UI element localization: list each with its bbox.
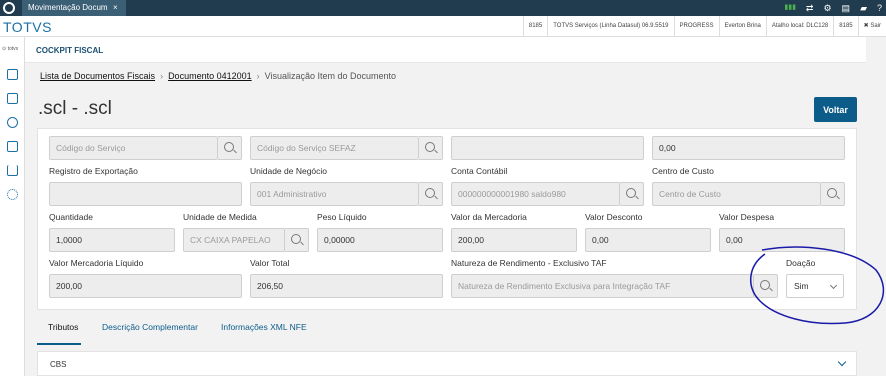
- valor-total-label: Valor Total: [250, 258, 290, 268]
- breadcrumb-lista[interactable]: Lista de Documentos Fiscais: [40, 71, 155, 81]
- search-icon[interactable]: [285, 228, 309, 252]
- natureza-rendimento-label: Natureza de Rendimento - Exclusivo TAF: [451, 258, 607, 268]
- logout-button[interactable]: ✖ Sair: [857, 16, 886, 37]
- tab-informacoes-xml[interactable]: Informações XML NFE: [221, 322, 307, 332]
- centro-custo-field[interactable]: Centro de Custo: [652, 182, 821, 206]
- active-tab-indicator: [37, 343, 81, 345]
- close-tab-icon[interactable]: ×: [113, 0, 118, 16]
- breadcrumb-sep: ›: [160, 71, 164, 81]
- dollar-icon[interactable]: [7, 117, 18, 128]
- breadcrumb-sep: ›: [256, 71, 260, 81]
- natureza-rendimento-field[interactable]: Natureza de Rendimento Exclusiva para In…: [451, 274, 754, 298]
- tab-tributos[interactable]: Tributos: [48, 322, 78, 332]
- document-icon[interactable]: [7, 69, 18, 80]
- chevron-down-icon[interactable]: [837, 357, 847, 367]
- accordion-cbs[interactable]: CBS: [37, 351, 857, 376]
- header-info-2: PROGRESS: [673, 16, 719, 37]
- search-icon[interactable]: [620, 182, 644, 206]
- gear-icon[interactable]: [7, 189, 18, 200]
- unidade-medida-label: Unidade de Medida: [183, 212, 257, 222]
- search-icon[interactable]: [419, 136, 443, 160]
- conta-contabil-field[interactable]: 000000000001980 saldo980: [451, 182, 620, 206]
- header-info-0: 8185: [522, 16, 547, 37]
- quantidade-label: Quantidade: [49, 212, 93, 222]
- codigo-sefaz-field[interactable]: Código do Serviço SEFAZ: [250, 136, 419, 160]
- document-icon[interactable]: ▤: [842, 0, 851, 16]
- breadcrumb-documento[interactable]: Documento 0412001: [168, 71, 252, 81]
- doacao-value: Sim: [794, 281, 809, 291]
- peso-liquido-field[interactable]: 0,00000: [317, 228, 443, 252]
- totvs-logo-icon[interactable]: [3, 2, 15, 14]
- app-header: TOTVS 8185 TOTVS Serviços (Linha Datasul…: [0, 16, 886, 37]
- valor-merc-liquido-field[interactable]: 200,00: [49, 274, 242, 298]
- doacao-select[interactable]: Sim: [786, 274, 844, 298]
- registro-label: Registro de Exportação: [49, 166, 138, 176]
- valor-merc-liquido-label: Valor Mercadoria Líquido: [49, 258, 144, 268]
- scrollbar[interactable]: [866, 37, 886, 376]
- chevron-down-icon: [829, 281, 838, 290]
- voltar-button[interactable]: Voltar: [814, 97, 857, 122]
- quantidade-field[interactable]: 1,0000: [49, 228, 175, 252]
- accordion-label: CBS: [50, 360, 67, 369]
- module-title: COCKPIT FISCAL: [36, 46, 104, 55]
- breadcrumb: Lista de Documentos Fiscais › Documento 04…: [40, 71, 396, 81]
- campo4-field[interactable]: 0,00: [652, 136, 845, 160]
- shuffle-icon[interactable]: ⇄: [806, 0, 814, 16]
- conta-contabil-label: Conta Contábil: [451, 166, 508, 176]
- valor-mercadoria-label: Valor da Mercadoria: [451, 212, 527, 222]
- header-info-1: TOTVS Serviços (Linha Datasul) 06.9.5519: [547, 16, 673, 37]
- chat-icon[interactable]: ▰: [860, 0, 867, 16]
- search-icon[interactable]: [754, 274, 778, 298]
- sidebar-brand[interactable]: ⊙ totvs: [2, 46, 18, 52]
- calculator-icon[interactable]: [7, 93, 18, 104]
- valor-total-field[interactable]: 206,50: [250, 274, 443, 298]
- download-icon[interactable]: [7, 165, 18, 176]
- breadcrumb-current: Visualização Item do Documento: [264, 71, 397, 81]
- unidade-negocio-label: Unidade de Negócio: [250, 166, 328, 176]
- header-info-4: Atalho local: DLC128: [765, 16, 833, 37]
- search-icon[interactable]: [218, 136, 242, 160]
- side-menu: ⊙ totvs: [0, 37, 25, 376]
- valor-despesa-label: Valor Despesa: [719, 212, 775, 222]
- valor-mercadoria-field[interactable]: 200,00: [451, 228, 577, 252]
- tab-movimentacao[interactable]: Movimentação Docum: [22, 0, 126, 16]
- peso-liquido-label: Peso Líquido: [317, 212, 367, 222]
- top-bar: Movimentação Docum × ▮▮▮ ⇄ ⚙ ▤ ▰ ?: [0, 0, 886, 16]
- valor-despesa-field[interactable]: 0,00: [719, 228, 845, 252]
- search-icon[interactable]: [419, 182, 443, 206]
- file-icon[interactable]: [7, 141, 18, 152]
- gear-icon[interactable]: ⚙: [823, 0, 831, 16]
- header-info-3: Everton Brina: [718, 16, 766, 37]
- item-form: Código do Serviço Código do Serviço SEFA…: [37, 128, 857, 310]
- valor-desconto-field[interactable]: 0,00: [585, 228, 711, 252]
- codigo-servico-field[interactable]: Código do Serviço: [49, 136, 218, 160]
- search-icon[interactable]: [821, 182, 845, 206]
- doacao-label: Doação: [786, 258, 816, 268]
- module-bar: COCKPIT FISCAL: [25, 37, 866, 63]
- page-title: .scl - .scl: [38, 98, 112, 119]
- campo3-field[interactable]: [451, 136, 644, 160]
- centro-custo-label: Centro de Custo: [652, 166, 714, 176]
- header-info-5: 8185: [833, 16, 857, 37]
- unidade-negocio-field[interactable]: 001 Administrativo: [250, 182, 419, 206]
- unidade-medida-field[interactable]: CX CAIXA PAPELAO: [183, 228, 285, 252]
- signal-icon: ▮▮▮: [784, 4, 796, 11]
- brand-logo: TOTVS: [3, 19, 52, 35]
- tab-descricao-complementar[interactable]: Descrição Complementar: [102, 322, 198, 332]
- valor-desconto-label: Valor Desconto: [585, 212, 643, 222]
- registro-field[interactable]: [49, 182, 242, 206]
- help-icon[interactable]: ?: [877, 0, 882, 16]
